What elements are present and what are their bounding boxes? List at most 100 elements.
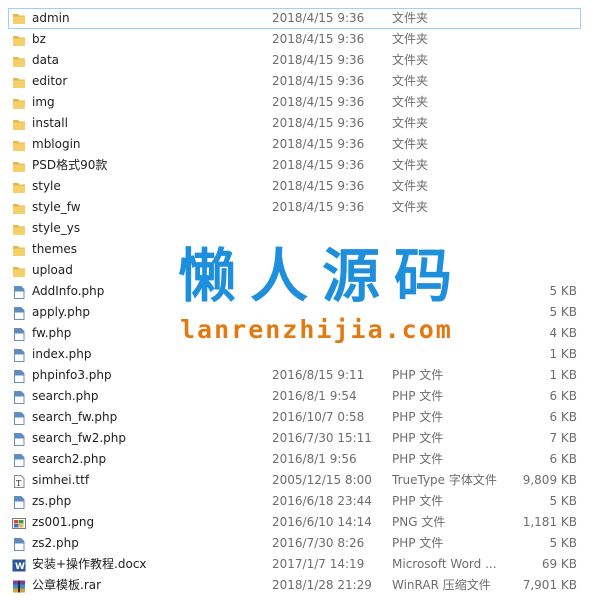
file-date: 2016/10/7 0:58 bbox=[272, 410, 365, 424]
php-file-icon bbox=[12, 348, 26, 362]
folder-icon bbox=[12, 96, 26, 109]
file-size: 1,181 KB bbox=[522, 515, 577, 529]
file-row[interactable]: search.php 2016/8/1 9:54 PHP 文件 6 KB bbox=[0, 386, 611, 407]
file-name: 公章模板.rar bbox=[32, 578, 102, 592]
file-row[interactable]: style_fw 2018/4/15 9:36 文件夹 bbox=[0, 197, 611, 218]
file-type: TrueType 字体文件 bbox=[392, 473, 497, 487]
file-date: 2018/4/15 9:36 bbox=[272, 137, 365, 151]
file-row[interactable]: fw.php 4 KB bbox=[0, 323, 611, 344]
file-name: search_fw.php bbox=[32, 410, 118, 424]
file-name: zs.php bbox=[32, 494, 72, 508]
file-size: 6 KB bbox=[549, 452, 577, 466]
php-file-icon bbox=[12, 537, 26, 551]
file-row[interactable]: themes bbox=[0, 239, 611, 260]
file-row[interactable]: zs.php 2016/6/18 23:44 PHP 文件 5 KB bbox=[0, 491, 611, 512]
folder-icon bbox=[12, 243, 26, 256]
php-file-icon bbox=[12, 285, 26, 299]
file-row[interactable]: Tsimhei.ttf 2005/12/15 8:00 TrueType 字体文件 9… bbox=[0, 470, 611, 491]
file-name: editor bbox=[32, 74, 68, 88]
file-name: bz bbox=[32, 32, 46, 46]
php-file-icon bbox=[12, 369, 26, 383]
file-size: 6 KB bbox=[549, 389, 577, 403]
file-date: 2016/8/15 9:11 bbox=[272, 368, 365, 382]
file-type: 文件夹 bbox=[392, 116, 429, 130]
php-file-icon bbox=[12, 306, 26, 320]
file-type: 文件夹 bbox=[392, 95, 429, 109]
file-row[interactable]: data 2018/4/15 9:36 文件夹 bbox=[0, 50, 611, 71]
image-file-icon bbox=[12, 516, 26, 529]
file-date: 2005/12/15 8:00 bbox=[272, 473, 372, 487]
file-type: PHP 文件 bbox=[392, 389, 444, 403]
file-row[interactable]: 公章模板.rar 2018/1/28 21:29 WinRAR 压缩文件 7,901 … bbox=[0, 575, 611, 596]
folder-icon bbox=[12, 201, 26, 214]
file-date: 2018/4/15 9:36 bbox=[272, 158, 365, 172]
file-name: index.php bbox=[32, 347, 92, 361]
file-type: PHP 文件 bbox=[392, 452, 444, 466]
file-row[interactable]: search_fw2.php 2016/7/30 15:11 PHP 文件 7 KB bbox=[0, 428, 611, 449]
file-row[interactable]: search_fw.php 2016/10/7 0:58 PHP 文件 6 KB bbox=[0, 407, 611, 428]
folder-icon bbox=[12, 75, 26, 88]
file-type: PNG 文件 bbox=[392, 515, 446, 529]
file-type: 文件夹 bbox=[392, 74, 429, 88]
file-name: data bbox=[32, 53, 60, 67]
file-name: simhei.ttf bbox=[32, 473, 90, 487]
folder-icon bbox=[12, 222, 26, 235]
file-name: PSD格式90款 bbox=[32, 158, 108, 172]
file-date: 2016/6/10 14:14 bbox=[272, 515, 372, 529]
file-row[interactable]: bz 2018/4/15 9:36 文件夹 bbox=[0, 29, 611, 50]
file-row[interactable]: editor 2018/4/15 9:36 文件夹 bbox=[0, 71, 611, 92]
file-date: 2018/4/15 9:36 bbox=[272, 200, 365, 214]
file-size: 9,809 KB bbox=[522, 473, 577, 487]
folder-icon bbox=[12, 159, 26, 172]
file-date: 2018/4/15 9:36 bbox=[272, 179, 365, 193]
php-file-icon bbox=[12, 432, 26, 446]
file-name: mblogin bbox=[32, 137, 81, 151]
file-type: 文件夹 bbox=[392, 200, 429, 214]
file-date: 2018/4/15 9:36 bbox=[272, 116, 365, 130]
folder-icon bbox=[12, 180, 26, 193]
php-file-icon bbox=[12, 390, 26, 404]
file-name: themes bbox=[32, 242, 78, 256]
php-file-icon bbox=[12, 495, 26, 509]
file-size: 5 KB bbox=[549, 284, 577, 298]
file-row[interactable]: W 安装+操作教程.docx 2017/1/7 14:19 Microsoft Wor… bbox=[0, 554, 611, 575]
file-type: 文件夹 bbox=[392, 11, 429, 25]
file-row[interactable]: style_ys bbox=[0, 218, 611, 239]
file-list: admin 2018/4/15 9:36 文件夹 bz 2018/4/15 9:36 文件… bbox=[0, 8, 611, 596]
file-name: apply.php bbox=[32, 305, 90, 319]
file-date: 2016/8/1 9:56 bbox=[272, 452, 357, 466]
file-date: 2018/1/28 21:29 bbox=[272, 578, 372, 592]
file-date: 2018/4/15 9:36 bbox=[272, 32, 365, 46]
file-row[interactable]: PSD格式90款 2018/4/15 9:36 文件夹 bbox=[0, 155, 611, 176]
file-name: style_fw bbox=[32, 200, 81, 214]
file-date: 2016/8/1 9:54 bbox=[272, 389, 357, 403]
file-row[interactable]: img 2018/4/15 9:36 文件夹 bbox=[0, 92, 611, 113]
file-size: 1 KB bbox=[549, 368, 577, 382]
file-row[interactable]: install 2018/4/15 9:36 文件夹 bbox=[0, 113, 611, 134]
folder-icon bbox=[12, 12, 26, 25]
file-row[interactable]: upload bbox=[0, 260, 611, 281]
file-size: 1 KB bbox=[549, 347, 577, 361]
file-row[interactable]: apply.php 5 KB bbox=[0, 302, 611, 323]
file-date: 2018/4/15 9:36 bbox=[272, 11, 365, 25]
file-row[interactable]: admin 2018/4/15 9:36 文件夹 bbox=[8, 8, 581, 29]
file-name: AddInfo.php bbox=[32, 284, 105, 298]
file-size: 7 KB bbox=[549, 431, 577, 445]
php-file-icon bbox=[12, 411, 26, 425]
file-date: 2018/4/15 9:36 bbox=[272, 95, 365, 109]
folder-icon bbox=[12, 33, 26, 46]
file-date: 2016/7/30 15:11 bbox=[272, 431, 372, 445]
file-type: 文件夹 bbox=[392, 158, 429, 172]
file-type: PHP 文件 bbox=[392, 431, 444, 445]
folder-icon bbox=[12, 117, 26, 130]
file-row[interactable]: AddInfo.php 5 KB bbox=[0, 281, 611, 302]
svg-text:T: T bbox=[16, 479, 22, 488]
file-row[interactable]: zs001.png 2016/6/10 14:14 PNG 文件 1,181 KB bbox=[0, 512, 611, 533]
file-type: PHP 文件 bbox=[392, 368, 444, 382]
file-row[interactable]: mblogin 2018/4/15 9:36 文件夹 bbox=[0, 134, 611, 155]
file-row[interactable]: zs2.php 2016/7/30 8:26 PHP 文件 5 KB bbox=[0, 533, 611, 554]
file-row[interactable]: phpinfo3.php 2016/8/15 9:11 PHP 文件 1 KB bbox=[0, 365, 611, 386]
file-row[interactable]: search2.php 2016/8/1 9:56 PHP 文件 6 KB bbox=[0, 449, 611, 470]
file-row[interactable]: style 2018/4/15 9:36 文件夹 bbox=[0, 176, 611, 197]
file-row[interactable]: index.php 1 KB bbox=[0, 344, 611, 365]
